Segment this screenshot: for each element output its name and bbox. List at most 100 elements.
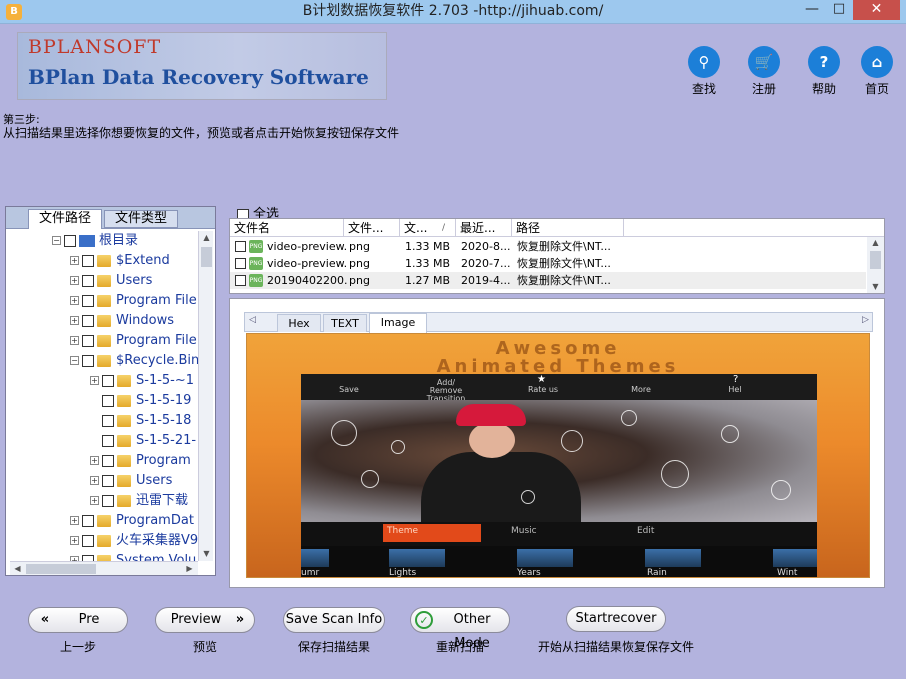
home-button[interactable]: ⌂ 首页 <box>847 46 906 108</box>
close-button[interactable]: ✕ <box>853 0 900 20</box>
register-button[interactable]: 🛒 注册 <box>734 46 794 108</box>
thumbnail-label: Lights <box>389 568 417 578</box>
phone-tab-theme: Theme <box>383 524 481 542</box>
scroll-thumb[interactable] <box>870 251 881 269</box>
tree-checkbox[interactable] <box>82 354 94 367</box>
folder-icon <box>97 534 111 547</box>
column-header-size[interactable]: 文... / <box>400 219 456 237</box>
other-mode-button[interactable]: ✓ Other Mode <box>410 607 510 651</box>
tree-checkbox[interactable] <box>82 314 94 327</box>
maximize-button[interactable]: □ <box>826 0 852 20</box>
tree-vertical-scrollbar[interactable]: ▲ ▼ <box>198 231 213 561</box>
cell-path: 恢复删除文件\NT... <box>517 257 611 270</box>
expand-icon[interactable]: + <box>90 496 99 505</box>
tab-scroll-right-icon[interactable]: ▷ <box>862 315 869 325</box>
expand-icon[interactable]: + <box>70 276 79 285</box>
tree-checkbox[interactable] <box>82 514 94 527</box>
tree-checkbox[interactable] <box>82 254 94 267</box>
tree-checkbox[interactable] <box>82 294 94 307</box>
tab-file-type[interactable]: 文件类型 <box>104 210 178 228</box>
scroll-up-icon[interactable]: ▲ <box>868 237 883 249</box>
tree-checkbox[interactable] <box>82 334 94 347</box>
tree-checkbox[interactable] <box>64 234 76 247</box>
start-recover-button[interactable]: Startrecover <box>566 606 666 632</box>
thumbnail-label: Wint <box>777 568 798 578</box>
tree-item-root[interactable]: − 根目录 <box>52 231 138 251</box>
tree-item[interactable]: − $Recycle.Bin <box>70 351 198 371</box>
tab-file-path[interactable]: 文件路径 <box>28 209 102 229</box>
expand-icon[interactable]: + <box>70 336 79 345</box>
expand-icon[interactable]: + <box>70 316 79 325</box>
table-row[interactable]: PNG video-preview... png 1.33 MB 2020-7.… <box>230 255 866 272</box>
column-header-type[interactable]: 文件... <box>344 219 400 237</box>
expand-icon[interactable]: + <box>70 516 79 525</box>
tree-checkbox[interactable] <box>102 454 114 467</box>
tree-item[interactable]: + Users <box>90 471 172 491</box>
tree-item[interactable]: + Program File <box>70 331 197 351</box>
tree-item-label: S-1-5-~1 <box>136 373 195 388</box>
folder-icon <box>97 314 111 327</box>
expand-icon[interactable]: + <box>90 456 99 465</box>
collapse-icon[interactable]: − <box>70 356 79 365</box>
row-checkbox[interactable] <box>235 258 246 269</box>
scroll-thumb[interactable] <box>26 564 96 574</box>
tree-item[interactable]: + Program File <box>70 291 197 311</box>
thumbnail <box>301 549 329 567</box>
tree-item-label: Program File <box>116 293 197 308</box>
minimize-button[interactable]: — <box>799 0 825 20</box>
pre-button[interactable]: « Pre <box>28 607 128 633</box>
expand-icon[interactable]: + <box>70 296 79 305</box>
scroll-up-icon[interactable]: ▲ <box>199 231 214 245</box>
row-checkbox[interactable] <box>235 241 246 252</box>
tree-checkbox[interactable] <box>82 274 94 287</box>
logo-banner: BPLANSOFT BPlan Data Recovery Software <box>17 32 387 100</box>
tree-item[interactable]: S-1-5-21- <box>102 431 196 451</box>
scroll-down-icon[interactable]: ▼ <box>868 281 883 293</box>
search-button[interactable]: ⚲ 查找 <box>674 46 734 108</box>
tab-image[interactable]: Image <box>369 313 427 333</box>
expand-icon[interactable]: + <box>90 376 99 385</box>
tree-item[interactable]: + 迅雷下载 <box>90 491 188 511</box>
table-row[interactable]: PNG video-preview... png 1.33 MB 2020-8.… <box>230 238 866 255</box>
tree-horizontal-scrollbar[interactable]: ◀ ▶ <box>10 561 198 575</box>
scroll-left-icon[interactable]: ◀ <box>10 562 25 576</box>
expand-icon[interactable]: + <box>70 256 79 265</box>
scroll-right-icon[interactable]: ▶ <box>182 562 197 576</box>
tree-checkbox[interactable] <box>102 494 114 507</box>
tree-item[interactable]: + Windows <box>70 311 174 331</box>
expand-icon[interactable]: + <box>70 536 79 545</box>
tree-item[interactable]: + 火车采集器V9 <box>70 531 198 551</box>
tree-item[interactable]: + Users <box>70 271 152 291</box>
tree-item[interactable]: + Program <box>90 451 191 471</box>
column-header-date[interactable]: 最近... <box>456 219 512 237</box>
tree-checkbox[interactable] <box>102 434 114 447</box>
list-vertical-scrollbar[interactable]: ▲ ▼ <box>867 237 884 293</box>
tree-checkbox[interactable] <box>102 394 114 407</box>
tree-checkbox[interactable] <box>102 474 114 487</box>
help-icon: ? <box>808 46 840 78</box>
tree-item[interactable]: + $Extend <box>70 251 170 271</box>
tree-item[interactable]: + ProgramDat <box>70 511 194 531</box>
tree-checkbox[interactable] <box>102 374 114 387</box>
column-header-name[interactable]: 文件名 <box>230 219 344 237</box>
scroll-thumb[interactable] <box>201 247 212 267</box>
tab-text[interactable]: TEXT <box>323 314 367 332</box>
row-checkbox[interactable] <box>235 275 246 286</box>
help-button[interactable]: ? 帮助 <box>794 46 854 108</box>
tree-item[interactable]: + S-1-5-~1 <box>90 371 194 391</box>
column-header-path[interactable]: 路径 <box>512 219 624 237</box>
collapse-icon[interactable]: − <box>52 236 61 245</box>
tree-item[interactable]: S-1-5-18 <box>102 411 191 431</box>
tab-hex[interactable]: Hex <box>277 314 321 332</box>
tree-checkbox[interactable] <box>82 534 94 547</box>
tree-item[interactable]: + System Volu <box>70 551 196 561</box>
tab-scroll-left-icon[interactable]: ◁ <box>249 315 256 325</box>
preview-button[interactable]: Preview » <box>155 607 255 633</box>
left-tabs: 文件路径 文件类型 <box>6 207 215 229</box>
scroll-down-icon[interactable]: ▼ <box>199 547 214 561</box>
tree-item[interactable]: S-1-5-19 <box>102 391 191 411</box>
tree-checkbox[interactable] <box>102 414 114 427</box>
table-row-selected[interactable]: PNG 20190402200... png 1.27 MB 2019-4...… <box>230 272 866 289</box>
expand-icon[interactable]: + <box>90 476 99 485</box>
save-scan-info-button[interactable]: Save Scan Info <box>283 607 385 633</box>
